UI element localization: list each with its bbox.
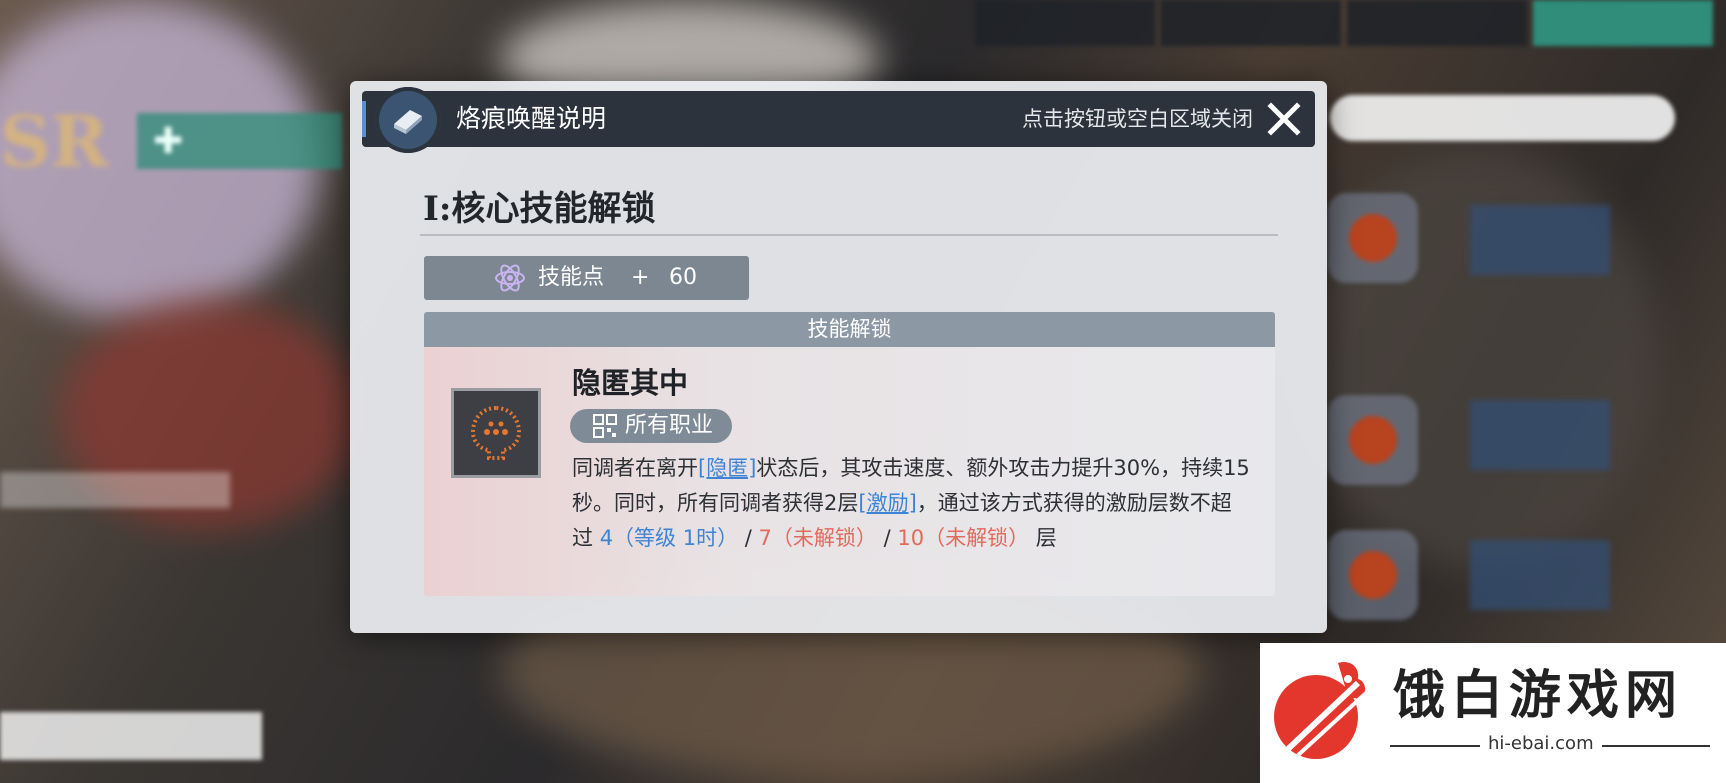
level-separator: / [744,526,752,550]
dialog-title: 烙痕唤醒说明 [456,104,607,133]
desc-text: 层 [1035,526,1057,550]
top-tab[interactable] [1347,0,1527,46]
skill-node-icon [1349,214,1397,262]
bg-search-bar[interactable] [1330,95,1675,141]
level-value-locked: 7（未解锁） [758,526,877,550]
class-tag: 所有职业 [570,409,732,443]
bg-bottom-button[interactable] [0,712,262,760]
role-tag: ✚ [137,113,342,169]
brand-name: 饿白游戏网 [1393,666,1684,726]
level-value-unlocked: 4（等级 1时） [599,526,739,550]
top-tab-active[interactable] [1533,0,1713,46]
atom-icon [495,264,525,292]
top-tab[interactable] [975,0,1155,46]
skill-tree-node[interactable] [1328,193,1418,283]
dialog-header: 烙痕唤醒说明 点击按钮或空白区域关闭 [362,87,1315,153]
skill-node-icon [1349,416,1397,464]
skill-node-icon [1349,551,1397,599]
imprint-awakening-dialog: 烙痕唤醒说明 点击按钮或空白区域关闭 I:核心技能解锁 技能点 + 60 技能解… [350,81,1327,633]
close-icon[interactable] [1265,100,1303,138]
keyword-inspire-link[interactable]: [激励] [858,491,916,515]
section-divider [420,234,1278,236]
close-hint: 点击按钮或空白区域关闭 [1022,107,1253,131]
skill-tree-node-label [1470,540,1610,610]
skill-icon [451,388,541,478]
skill-unlock-bar: 技能解锁 [424,312,1275,347]
keyword-hide-link[interactable]: [隐匿] [698,456,756,480]
skill-tree-node-label [1470,205,1610,275]
skill-points-value: 60 [669,265,697,290]
skill-tree-node[interactable] [1328,395,1418,485]
level-value-locked: 10（未解锁） [897,526,1030,550]
skill-points-reward: 技能点 + 60 [424,256,749,300]
skill-description: 同调者在离开[隐匿]状态后，其攻击速度、额外攻击力提升30%，持续15秒。同时，… [572,451,1252,556]
skill-unlock-panel: 技能解锁 隐匿其中 所有职业 同调者在离开[隐匿]状态后，其攻击速度、额外攻击力… [424,312,1275,596]
rooster-logo-icon [1274,661,1368,759]
top-tab-bar [975,0,1713,46]
shell-skill-icon [470,405,522,460]
grid-icon [593,414,617,438]
header-accent-bar [362,101,366,137]
skill-points-plus: + [631,265,650,290]
class-tag-label: 所有职业 [625,413,714,438]
section-title: I:核心技能解锁 [423,189,656,229]
skill-tree-node[interactable] [1328,530,1418,620]
book-icon [375,87,441,153]
skill-tree-node-label [1470,400,1610,470]
brand-url: hi-ebai.com [1480,733,1602,754]
site-watermark: 饿白游戏网 hi-ebai.com [1260,643,1726,783]
rarity-badge: SR [0,100,109,183]
top-tab[interactable] [1161,0,1341,46]
desc-text: 同调者在离开 [572,456,698,480]
skill-points-label: 技能点 [538,265,605,290]
bg-info-pill [0,472,230,508]
skill-name: 隐匿其中 [572,366,689,400]
shield-icon: ✚ [153,120,184,162]
level-separator: / [883,526,891,550]
